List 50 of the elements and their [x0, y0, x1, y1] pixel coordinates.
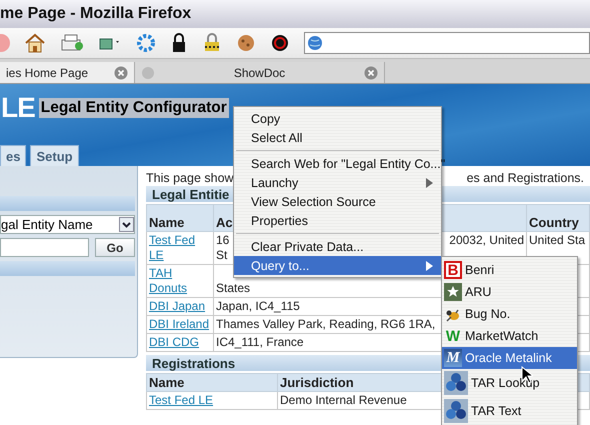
- app-tab[interactable]: Setup: [30, 145, 79, 166]
- search-field[interactable]: [0, 238, 89, 257]
- caret-icon: [119, 217, 134, 232]
- window-title: me Page - Mozilla Firefox: [0, 5, 192, 23]
- logo: LE: [1, 94, 35, 122]
- globe-icon: [141, 66, 155, 80]
- table-cell: Demo Internal Revenue: [280, 393, 407, 407]
- gear-icon[interactable]: [136, 33, 156, 53]
- intro-text: This page show: [146, 171, 234, 186]
- table-cell: United Sta: [529, 233, 586, 247]
- menu-item[interactable]: Query to...: [234, 256, 441, 275]
- padlock-icon[interactable]: [202, 32, 222, 54]
- app-title: Legal Entity Configurator: [38, 98, 229, 118]
- address-text: Thames Valley Park, Reading, RG6 1RA,: [216, 317, 436, 332]
- address-text: St: [216, 248, 228, 263]
- address-text: 16: [216, 233, 230, 248]
- menu-item[interactable]: Clear Private Data...: [234, 237, 441, 256]
- app-tab[interactable]: es: [0, 145, 26, 166]
- letter-icon: W: [444, 327, 462, 345]
- browser-tab[interactable]: ies Home Page: [0, 62, 135, 83]
- close-icon[interactable]: [114, 66, 128, 80]
- menu-item[interactable]: Copy: [234, 109, 441, 128]
- menu-item[interactable]: Select All: [234, 128, 441, 147]
- close-icon[interactable]: [364, 66, 378, 80]
- column-header: Name: [146, 374, 278, 392]
- home-icon[interactable]: [24, 32, 46, 54]
- browser-tab[interactable]: ShowDoc: [135, 62, 385, 83]
- menu-item[interactable]: W MarketWatch: [442, 325, 577, 347]
- globe-icon: [307, 35, 323, 51]
- menu-item[interactable]: ARU: [442, 281, 577, 303]
- circle-logo-icon[interactable]: [270, 33, 290, 53]
- letter-icon: M: [444, 349, 462, 367]
- address-field[interactable]: [304, 32, 590, 54]
- column-header: Country: [526, 204, 590, 232]
- menu-item[interactable]: Bug No.: [442, 303, 577, 325]
- search-by-select[interactable]: gal Entity Name: [0, 215, 135, 234]
- menu-item[interactable]: Properties: [234, 211, 441, 230]
- menu-item[interactable]: M Oracle Metalink: [442, 347, 577, 369]
- menu-item[interactable]: TAR Text: [442, 397, 577, 425]
- address-text: IC4_111, France: [216, 335, 304, 350]
- address-text: States: [216, 281, 250, 296]
- menu-item[interactable]: B Benri: [442, 259, 577, 281]
- column-header: Name: [146, 204, 214, 232]
- address-text: Japan, IC4_115: [216, 299, 300, 314]
- padlock-icon[interactable]: [170, 32, 188, 54]
- cookie-icon[interactable]: [236, 33, 256, 53]
- address-text: 20032, United: [449, 233, 524, 248]
- go-button[interactable]: Go: [95, 238, 135, 257]
- intro-text: es and Registrations.: [466, 171, 584, 186]
- letter-icon: B: [444, 261, 462, 279]
